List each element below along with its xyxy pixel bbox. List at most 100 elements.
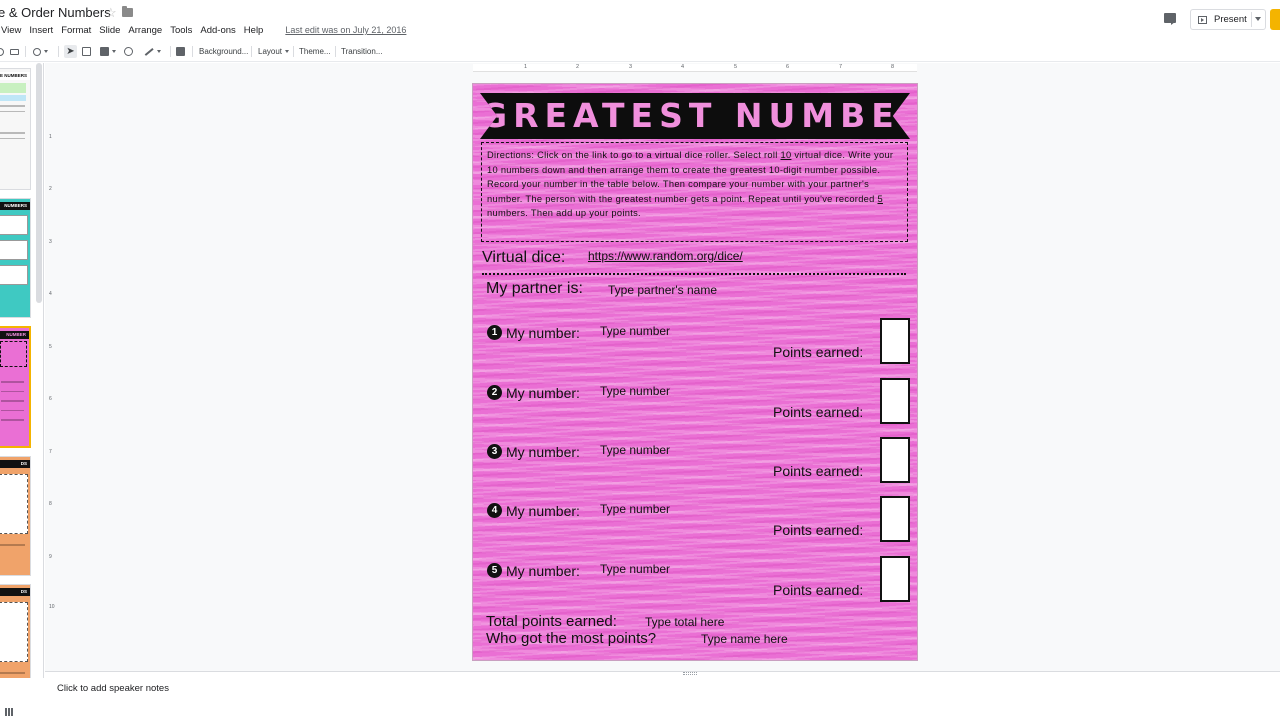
present-button[interactable]: Present xyxy=(1190,9,1266,30)
my-number-field[interactable]: Type number xyxy=(600,384,670,398)
thumbnail-title: DS xyxy=(0,460,30,468)
virtual-dice-label: Virtual dice: xyxy=(482,249,566,266)
thumbnail-title: NUMBER xyxy=(0,331,29,339)
thumbnail-block xyxy=(0,215,28,235)
partner-name-field[interactable]: Type partner's name xyxy=(608,283,717,297)
toolbar-divider xyxy=(170,46,171,57)
my-number-field[interactable]: Type number xyxy=(600,562,670,576)
thumbnail-block xyxy=(0,341,27,367)
add-comment-icon[interactable] xyxy=(176,45,185,58)
present-label: Present xyxy=(1214,14,1247,25)
menu-tools[interactable]: Tools xyxy=(170,25,192,36)
ruler-mark: 8 xyxy=(49,501,52,507)
row-number-badge: 2 xyxy=(487,385,502,400)
virtual-dice-link[interactable]: https://www.random.org/dice/ xyxy=(588,249,743,263)
vertical-ruler[interactable]: 1 2 3 4 5 6 7 8 9 10 xyxy=(46,72,55,672)
thumbnail-line xyxy=(1,400,24,402)
layout-button[interactable]: Layout xyxy=(258,45,290,58)
thumbnail-block xyxy=(0,95,26,101)
horizontal-ruler[interactable]: 1 2 3 4 5 6 7 8 xyxy=(473,64,917,72)
redo-icon[interactable] xyxy=(0,45,4,58)
my-number-field[interactable]: Type number xyxy=(600,324,670,338)
comment-icon[interactable] xyxy=(1164,13,1176,25)
chevron-down-icon[interactable] xyxy=(1255,17,1261,21)
thumbnail-line xyxy=(0,672,25,674)
star-icon[interactable]: ☆ xyxy=(105,5,117,21)
points-earned-label: Points earned: xyxy=(773,522,864,538)
select-cursor-icon[interactable]: ➤ xyxy=(64,45,77,58)
my-number-label: My number: xyxy=(506,444,580,460)
slide-thumbnail-2[interactable]: NUMBERS xyxy=(0,198,31,318)
line-icon[interactable] xyxy=(144,45,161,58)
points-earned-box[interactable] xyxy=(880,318,910,364)
toolbar-divider xyxy=(335,46,336,57)
toolbar-divider xyxy=(293,46,294,57)
present-divider xyxy=(1251,12,1252,27)
shape-icon[interactable] xyxy=(124,45,133,58)
dotted-divider xyxy=(482,273,906,275)
thumbnail-title: E NUMBERS xyxy=(0,72,30,80)
zoom-icon[interactable] xyxy=(33,45,48,58)
image-icon[interactable] xyxy=(100,45,116,58)
notes-resize-handle[interactable] xyxy=(45,671,1280,677)
points-earned-box[interactable] xyxy=(880,437,910,483)
thumbnail-block xyxy=(0,265,28,285)
thumbnail-block xyxy=(0,83,26,93)
thumbnail-line xyxy=(1,381,24,383)
most-points-field[interactable]: Type name here xyxy=(701,632,788,646)
speaker-notes[interactable]: Click to add speaker notes xyxy=(57,683,169,694)
directions-box[interactable]: Directions: Click on the link to go to a… xyxy=(481,142,908,242)
slide-thumbnail-3[interactable]: NUMBER xyxy=(0,326,31,448)
number-row-4: 4 My number: Type number Points earned: xyxy=(473,496,917,563)
points-earned-box[interactable] xyxy=(880,496,910,542)
theme-button[interactable]: Theme... xyxy=(299,45,331,58)
ruler-mark: 1 xyxy=(524,64,528,70)
thumbnail-line xyxy=(0,110,25,112)
menu-arrange[interactable]: Arrange xyxy=(128,25,162,36)
background-button[interactable]: Background... xyxy=(199,45,248,58)
my-number-label: My number: xyxy=(506,325,580,341)
my-number-field[interactable]: Type number xyxy=(600,502,670,516)
ruler-mark: 5 xyxy=(49,344,52,350)
title-banner[interactable]: GREATEST NUMBER xyxy=(480,93,910,139)
slide-thumbnail-1[interactable]: E NUMBERS xyxy=(0,68,31,190)
menu-add-ons[interactable]: Add-ons xyxy=(200,25,235,36)
slide-thumbnail-5[interactable]: DS xyxy=(0,584,31,678)
drag-handle-icon[interactable] xyxy=(683,672,697,675)
menu-format[interactable]: Format xyxy=(61,25,91,36)
thumbnail-line xyxy=(0,132,25,134)
toolbar-divider xyxy=(192,46,193,57)
menu-insert[interactable]: Insert xyxy=(29,25,53,36)
total-points-field[interactable]: Type total here xyxy=(645,615,724,629)
menu-help[interactable]: Help xyxy=(244,25,264,36)
thumbnail-block xyxy=(0,474,28,534)
ruler-mark: 7 xyxy=(49,449,52,455)
grid-view-icon[interactable] xyxy=(5,708,13,716)
layout-label: Layout xyxy=(258,47,283,56)
document-title[interactable]: e & Order Numbers xyxy=(0,5,111,20)
menu-view[interactable]: View xyxy=(1,25,21,36)
slide-canvas[interactable]: GREATEST NUMBER Directions: Click on the… xyxy=(472,83,918,661)
points-earned-box[interactable] xyxy=(880,556,910,602)
ruler-mark: 4 xyxy=(681,64,685,70)
number-row-2: 2 My number: Type number Points earned: xyxy=(473,378,917,445)
paint-format-icon[interactable] xyxy=(10,45,19,58)
my-number-label: My number: xyxy=(506,503,580,519)
ruler-mark: 2 xyxy=(49,186,52,192)
filmstrip-scrollbar[interactable] xyxy=(36,63,42,303)
ruler-mark: 6 xyxy=(49,396,52,402)
slide-thumbnail-4[interactable]: DS xyxy=(0,456,31,576)
menu-slide[interactable]: Slide xyxy=(99,25,120,36)
share-button[interactable] xyxy=(1270,9,1280,30)
transition-button[interactable]: Transition... xyxy=(341,45,383,58)
points-earned-box[interactable] xyxy=(880,378,910,424)
folder-icon[interactable] xyxy=(122,6,133,17)
thumbnail-title: DS xyxy=(0,588,30,596)
row-number-badge: 3 xyxy=(487,444,502,459)
points-earned-label: Points earned: xyxy=(773,463,864,479)
thumbnail-line xyxy=(0,137,25,139)
my-number-field[interactable]: Type number xyxy=(600,443,670,457)
text-box-icon[interactable] xyxy=(82,45,91,58)
last-edit-link[interactable]: Last edit was on July 21, 2016 xyxy=(285,25,406,35)
thumbnail-title: NUMBERS xyxy=(0,202,30,210)
